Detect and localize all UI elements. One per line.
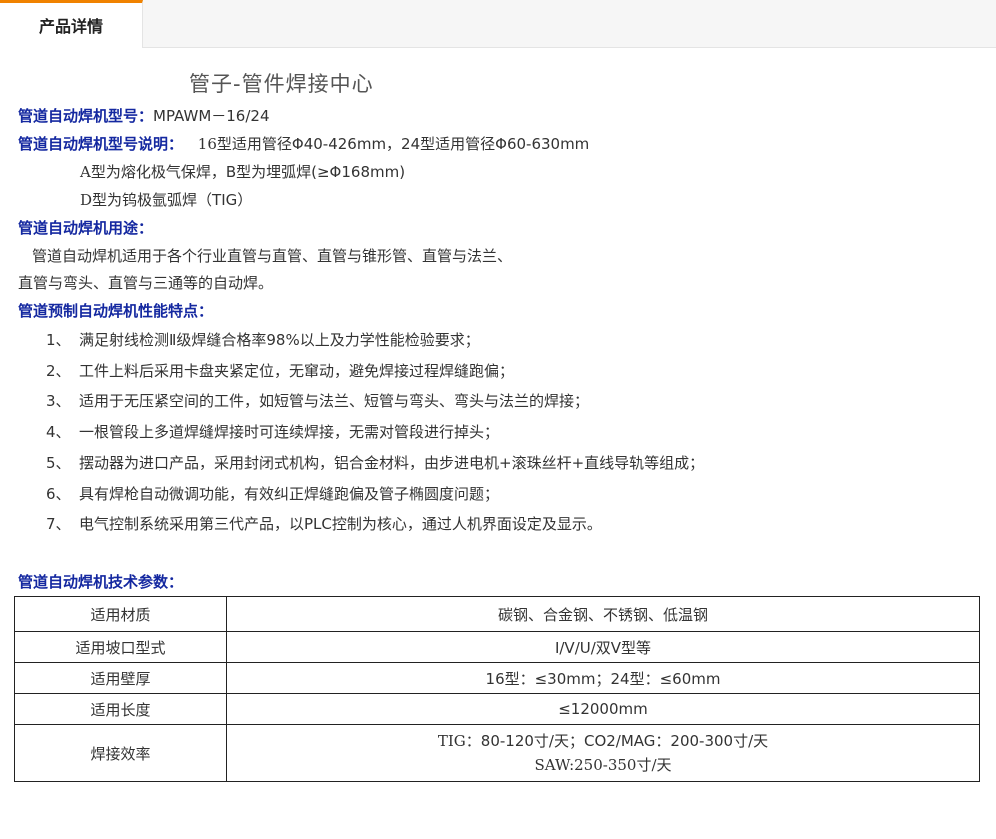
param-value-prefix: TIG： [437,732,481,750]
table-row: 适用壁厚 16型：≤30mm；24型：≤60mm [14,662,980,694]
table-row: 适用坡口型式 I/V/U/双V型等 [14,631,980,663]
feature-number: 5、 [46,454,71,472]
params-label: 管道自动焊机技术参数： [18,573,184,591]
param-value: I/V/U/双V型等 [226,631,980,663]
feature-text: 电气控制系统采用第三代产品，以PLC控制为核心，通过人机界面设定及显示。 [79,515,602,533]
table-row: 适用长度 ≤12000mm [14,693,980,725]
param-key: 焊接效率 [14,724,227,782]
desc-line3-prefix: D [80,191,93,209]
param-key: 适用长度 [14,693,227,725]
feature-text: 适用于无压紧空间的工件，如短管与法兰、短管与弯头、弯头与法兰的焊接； [79,392,590,410]
feature-number: 3、 [46,392,71,410]
usage-line-2: 直管与弯头、直管与三通等的自动焊。 [18,274,274,292]
feature-number: 7、 [46,515,71,533]
feature-number: 6、 [46,485,71,503]
feature-item-1: 1、 满足射线检测Ⅱ级焊缝合格率98%以上及力学性能检验要求； [46,329,480,350]
feature-text: 具有焊枪自动微调功能，有效纠正焊缝跑偏及管子椭圆度问题； [79,485,500,503]
param-value-cell: TIG：80-120寸/天；CO2/MAG：200-300寸/天 SAW:250… [226,724,980,782]
desc-line-3: D型为钨极氩弧焊（TIG） [80,189,252,210]
feature-item-7: 7、 电气控制系统采用第三代产品，以PLC控制为核心，通过人机界面设定及显示。 [46,513,602,534]
feature-item-5: 5、 摆动器为进口产品，采用封闭式机构，铝合金材料，由步进电机+滚珠丝杆+直线导轨… [46,452,704,473]
param-key: 适用壁厚 [14,662,227,694]
page-title: 管子-管件焊接中心 [189,72,374,96]
usage-label: 管道自动焊机用途： [18,219,154,237]
desc-line2-prefix: A [80,163,91,181]
table-row: 适用材质 碳钢、合金钢、不锈钢、低温钢 [14,596,980,632]
feature-item-3: 3、 适用于无压紧空间的工件，如短管与法兰、短管与弯头、弯头与法兰的焊接； [46,390,589,411]
desc-line-2: A型为熔化极气保焊，B型为埋弧焊(≥Φ168mm) [80,161,405,182]
usage-line-1: 管道自动焊机适用于各个行业直管与直管、直管与锥形管、直管与法兰、 [32,247,513,265]
features-label: 管道预制自动焊机性能特点： [18,302,214,320]
param-value: 80-120寸/天；CO2/MAG：200-300寸/天 [480,732,769,750]
desc-line1-text: 型适用管径Φ40-426mm，24型适用管径Φ60-630mm [216,135,590,153]
param-key: 适用坡口型式 [14,631,227,663]
feature-item-4: 4、 一根管段上多道焊缝焊接时可连续焊接，无需对管段进行掉头； [46,421,499,442]
model-label: 管道自动焊机型号： [18,107,154,125]
param-value-line-1: TIG：80-120寸/天；CO2/MAG：200-300寸/天 [227,729,979,753]
param-value: 16型：≤30mm；24型：≤60mm [226,662,980,694]
feature-number: 4、 [46,423,71,441]
feature-number: 1、 [46,331,71,349]
tab-product-details[interactable]: 产品详情 [0,0,143,48]
param-value: ≤12000mm [226,693,980,725]
params-table: 适用材质 碳钢、合金钢、不锈钢、低温钢 适用坡口型式 I/V/U/双V型等 适用… [14,596,980,782]
param-key: 适用材质 [14,596,227,632]
table-row: 焊接效率 TIG：80-120寸/天；CO2/MAG：200-300寸/天 SA… [14,724,980,782]
feature-text: 摆动器为进口产品，采用封闭式机构，铝合金材料，由步进电机+滚珠丝杆+直线导轨等组… [79,454,705,472]
desc-label: 管道自动焊机型号说明： [18,135,184,153]
feature-item-6: 6、 具有焊枪自动微调功能，有效纠正焊缝跑偏及管子椭圆度问题； [46,483,499,504]
param-value: 碳钢、合金钢、不锈钢、低温钢 [226,596,980,632]
feature-item-2: 2、 工件上料后采用卡盘夹紧定位，无窜动，避免焊接过程焊缝跑偏； [46,360,514,381]
tab-bar: 产品详情 [0,0,996,48]
param-value-line-2: SAW:250-350寸/天 [534,756,672,774]
feature-text: 工件上料后采用卡盘夹紧定位，无窜动，避免焊接过程焊缝跑偏； [79,362,515,380]
desc-line1-prefix: 16 [197,135,217,153]
model-value: MPAWM－16/24 [153,107,270,125]
feature-text: 满足射线检测Ⅱ级焊缝合格率98%以上及力学性能检验要求； [79,331,480,349]
model-line: 管道自动焊机型号：MPAWM－16/24 [18,105,270,126]
desc-line-1: 管道自动焊机型号说明： 16型适用管径Φ40-426mm，24型适用管径Φ60-… [18,133,589,154]
feature-text: 一根管段上多道焊缝焊接时可连续焊接，无需对管段进行掉头； [79,423,500,441]
feature-number: 2、 [46,362,71,380]
desc-line2-text: 型为熔化极气保焊，B型为埋弧焊(≥Φ168mm) [90,163,406,181]
desc-line3-text: 型为钨极氩弧焊（TIG） [92,191,253,209]
